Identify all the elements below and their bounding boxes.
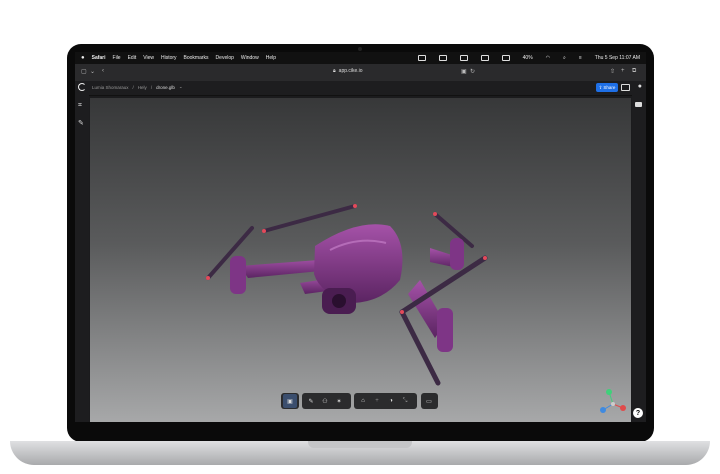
right-toolbar — [632, 95, 646, 422]
share-icon[interactable]: ⇧ — [610, 68, 615, 75]
breadcrumb-file[interactable]: drone.glb — [156, 85, 175, 90]
apple-menu-icon[interactable]: ● — [81, 55, 85, 61]
toolbar-group-capture: ▭ — [421, 393, 438, 409]
camera-tool-button[interactable]: ▭ — [422, 394, 436, 408]
present-icon[interactable] — [621, 84, 630, 91]
search-icon[interactable]: ⌕ — [563, 55, 566, 61]
edit-tool-icon[interactable]: ✎ — [78, 119, 84, 127]
status-area: 40% ◠ ⌕ ≡ Thu 5 Sep 11:07 AM — [411, 52, 640, 64]
comments-icon[interactable] — [635, 102, 642, 107]
app-logo-icon[interactable] — [78, 83, 86, 91]
toolbar-group-annotate: ✎ ⚇ ✶ — [302, 393, 351, 409]
left-toolbar: ⌗ ✎ — [75, 95, 89, 422]
home-view-button[interactable]: ⌂ — [356, 394, 370, 408]
wifi-icon[interactable]: ◠ — [546, 55, 550, 61]
breadcrumb-workspace[interactable]: Lumia Shomaraux — [92, 85, 129, 90]
transform-tool-icon[interactable]: ⌗ — [78, 102, 82, 110]
menu-help[interactable]: Help — [266, 55, 276, 61]
address-bar[interactable]: 🔒︎ app.cike.io — [333, 68, 363, 74]
macos-menubar: ● Safari File Edit View History Bookmark… — [75, 52, 646, 64]
menu-window[interactable]: Window — [241, 55, 259, 61]
annotate-tool-button[interactable]: ⚇ — [318, 394, 332, 408]
reload-icon[interactable]: ↻ — [470, 68, 475, 75]
new-tab-icon[interactable]: + — [621, 68, 625, 74]
laptop-opening-notch — [308, 441, 412, 448]
safari-toolbar: ▢ ⌄ ‹ 🔒︎ app.cike.io ▣ ↻ ⇧ + ⧉ — [75, 64, 646, 82]
measure-tool-button[interactable]: ⤡ — [398, 394, 412, 408]
chevron-down-icon[interactable]: ⌄ — [179, 84, 183, 90]
light-tool-button[interactable]: ✶ — [332, 394, 346, 408]
status-icon[interactable] — [459, 55, 468, 61]
breadcrumb-project[interactable]: Hely — [138, 85, 147, 90]
status-icon[interactable] — [417, 55, 426, 61]
tabs-overview-icon[interactable]: ⧉ — [632, 68, 636, 75]
url-text: app.cike.io — [338, 68, 363, 74]
clock[interactable]: Thu 5 Sep 11:07 AM — [595, 55, 640, 61]
screen: ● Safari File Edit View History Bookmark… — [75, 52, 646, 422]
control-center-icon[interactable]: ≡ — [579, 55, 582, 61]
menu-bookmarks[interactable]: Bookmarks — [184, 55, 209, 61]
axis-gizmo[interactable] — [599, 388, 629, 418]
menu-edit[interactable]: Edit — [128, 55, 137, 61]
menu-view[interactable]: View — [143, 55, 154, 61]
menu-file[interactable]: File — [113, 55, 121, 61]
toolbar-group-view: ⌂ + ◑ ⤡ — [354, 393, 417, 409]
status-icon[interactable] — [501, 55, 510, 61]
chevron-down-icon[interactable]: ⌄ — [90, 68, 95, 75]
pen-tool-button[interactable]: ✎ — [304, 394, 318, 408]
menu-develop[interactable]: Develop — [216, 55, 234, 61]
user-icon[interactable]: ● — [638, 83, 642, 90]
translate-icon[interactable]: ▣ — [461, 68, 467, 75]
battery-percent: 40% — [522, 55, 533, 61]
share-label: Share — [603, 85, 616, 90]
share-icon: ⇪ — [598, 84, 603, 90]
share-button[interactable]: ⇪ Share — [596, 83, 618, 92]
app-header: Lumia Shomaraux / Hely / drone.glb ⌄ ⇪ S… — [75, 81, 646, 96]
crosshair-tool-button[interactable]: + — [370, 394, 384, 408]
status-icon[interactable] — [438, 55, 447, 61]
back-icon[interactable]: ‹ — [102, 68, 104, 74]
toolbar-group-select: ▣ — [281, 393, 299, 409]
menu-history[interactable]: History — [161, 55, 177, 61]
help-button[interactable]: ? — [633, 408, 643, 418]
drone-model[interactable] — [90, 98, 631, 422]
3d-viewport[interactable]: ▣ ✎ ⚇ ✶ ⌂ + ◑ ⤡ ▭ — [90, 98, 631, 422]
menu-safari[interactable]: Safari — [92, 55, 106, 61]
sidebar-icon[interactable]: ▢ — [81, 68, 87, 75]
camera-notch — [358, 47, 362, 51]
lock-icon: 🔒︎ — [333, 68, 336, 74]
propeller-rear-left — [262, 204, 357, 233]
material-tool-button[interactable]: ◑ — [384, 394, 398, 408]
select-tool-button[interactable]: ▣ — [283, 394, 297, 408]
status-icon[interactable] — [480, 55, 489, 61]
breadcrumb: Lumia Shomaraux / Hely / drone.glb ⌄ — [92, 84, 183, 90]
